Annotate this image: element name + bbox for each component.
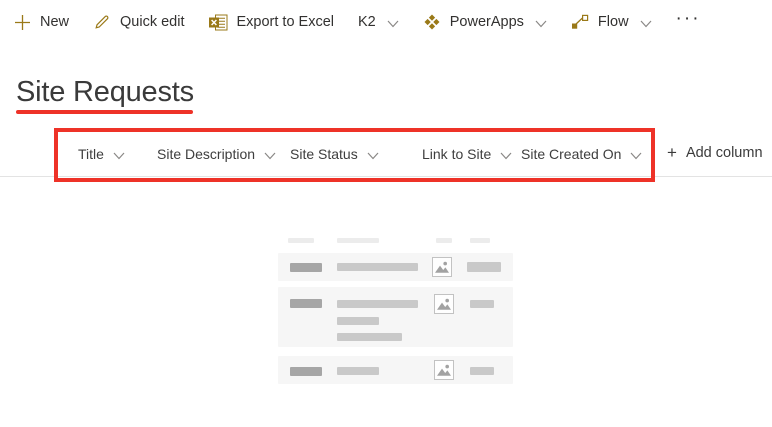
- image-placeholder-icon: [434, 360, 454, 380]
- chevron-down-icon: [367, 152, 379, 160]
- powerapps-menu-button[interactable]: PowerApps: [423, 13, 547, 31]
- k2-menu-button[interactable]: K2: [358, 14, 399, 30]
- column-header-label: Site Description: [157, 146, 256, 162]
- ellipsis-icon: ···: [675, 8, 701, 29]
- k2-menu-label: K2: [358, 14, 376, 30]
- skeleton-bar: [337, 300, 418, 308]
- column-header-site-created-on[interactable]: Site Created On: [521, 146, 642, 162]
- site-requests-page: New Quick edit Export to Excel K2 PowerA…: [0, 0, 772, 427]
- image-placeholder-icon: [432, 257, 452, 277]
- skeleton-bar: [288, 238, 314, 243]
- plus-icon: [14, 14, 31, 31]
- chevron-down-icon: [500, 152, 512, 160]
- add-column-label: Add column: [685, 144, 763, 161]
- page-title: Site Requests: [16, 76, 194, 108]
- quick-edit-button[interactable]: Quick edit: [93, 13, 185, 31]
- flow-menu-button[interactable]: Flow: [571, 14, 652, 30]
- skeleton-bar: [337, 367, 379, 375]
- skeleton-bar: [436, 238, 452, 243]
- new-button[interactable]: New: [14, 14, 69, 31]
- column-header-label: Title: [78, 146, 104, 162]
- column-header-label: Link to Site: [422, 146, 492, 162]
- column-header-label: Site Status: [290, 146, 358, 162]
- header-separator-line: [0, 176, 772, 177]
- powerapps-menu-label: PowerApps: [449, 14, 524, 30]
- skeleton-bar: [470, 300, 494, 308]
- column-header-title[interactable]: Title: [78, 146, 125, 162]
- chevron-down-icon: [535, 20, 547, 28]
- skeleton-bar: [337, 238, 379, 243]
- add-column-button[interactable]: + Add column: [667, 144, 763, 161]
- powerapps-icon: [423, 13, 441, 31]
- flow-menu-label: Flow: [597, 14, 629, 30]
- chevron-down-icon: [264, 152, 276, 160]
- skeleton-bar: [467, 262, 501, 272]
- annotation-title-underline: [16, 110, 193, 114]
- chevron-down-icon: [630, 152, 642, 160]
- chevron-down-icon: [640, 20, 652, 28]
- command-bar: New Quick edit Export to Excel K2 PowerA…: [0, 0, 772, 44]
- flow-icon: [571, 14, 589, 30]
- image-placeholder-icon: [434, 294, 454, 314]
- skeleton-bar: [470, 367, 494, 375]
- excel-icon: [208, 14, 228, 31]
- column-header-site-status[interactable]: Site Status: [290, 146, 379, 162]
- skeleton-bar: [290, 367, 322, 376]
- pencil-icon: [93, 13, 111, 31]
- skeleton-bar: [290, 263, 322, 272]
- chevron-down-icon: [387, 20, 399, 28]
- skeleton-bar: [337, 317, 379, 325]
- more-commands-button[interactable]: ···: [676, 8, 701, 36]
- new-button-label: New: [40, 14, 70, 30]
- column-header-label: Site Created On: [521, 146, 622, 162]
- column-header-site-description[interactable]: Site Description: [157, 146, 276, 162]
- skeleton-bar: [337, 263, 418, 271]
- column-header-link-to-site[interactable]: Link to Site: [422, 146, 512, 162]
- export-to-excel-button-label: Export to Excel: [236, 14, 335, 30]
- quick-edit-button-label: Quick edit: [120, 14, 185, 30]
- skeleton-bar: [337, 333, 402, 341]
- chevron-down-icon: [113, 152, 125, 160]
- skeleton-bar: [470, 238, 490, 243]
- export-to-excel-button[interactable]: Export to Excel: [208, 14, 335, 31]
- skeleton-bar: [290, 299, 322, 308]
- plus-icon: +: [667, 143, 677, 162]
